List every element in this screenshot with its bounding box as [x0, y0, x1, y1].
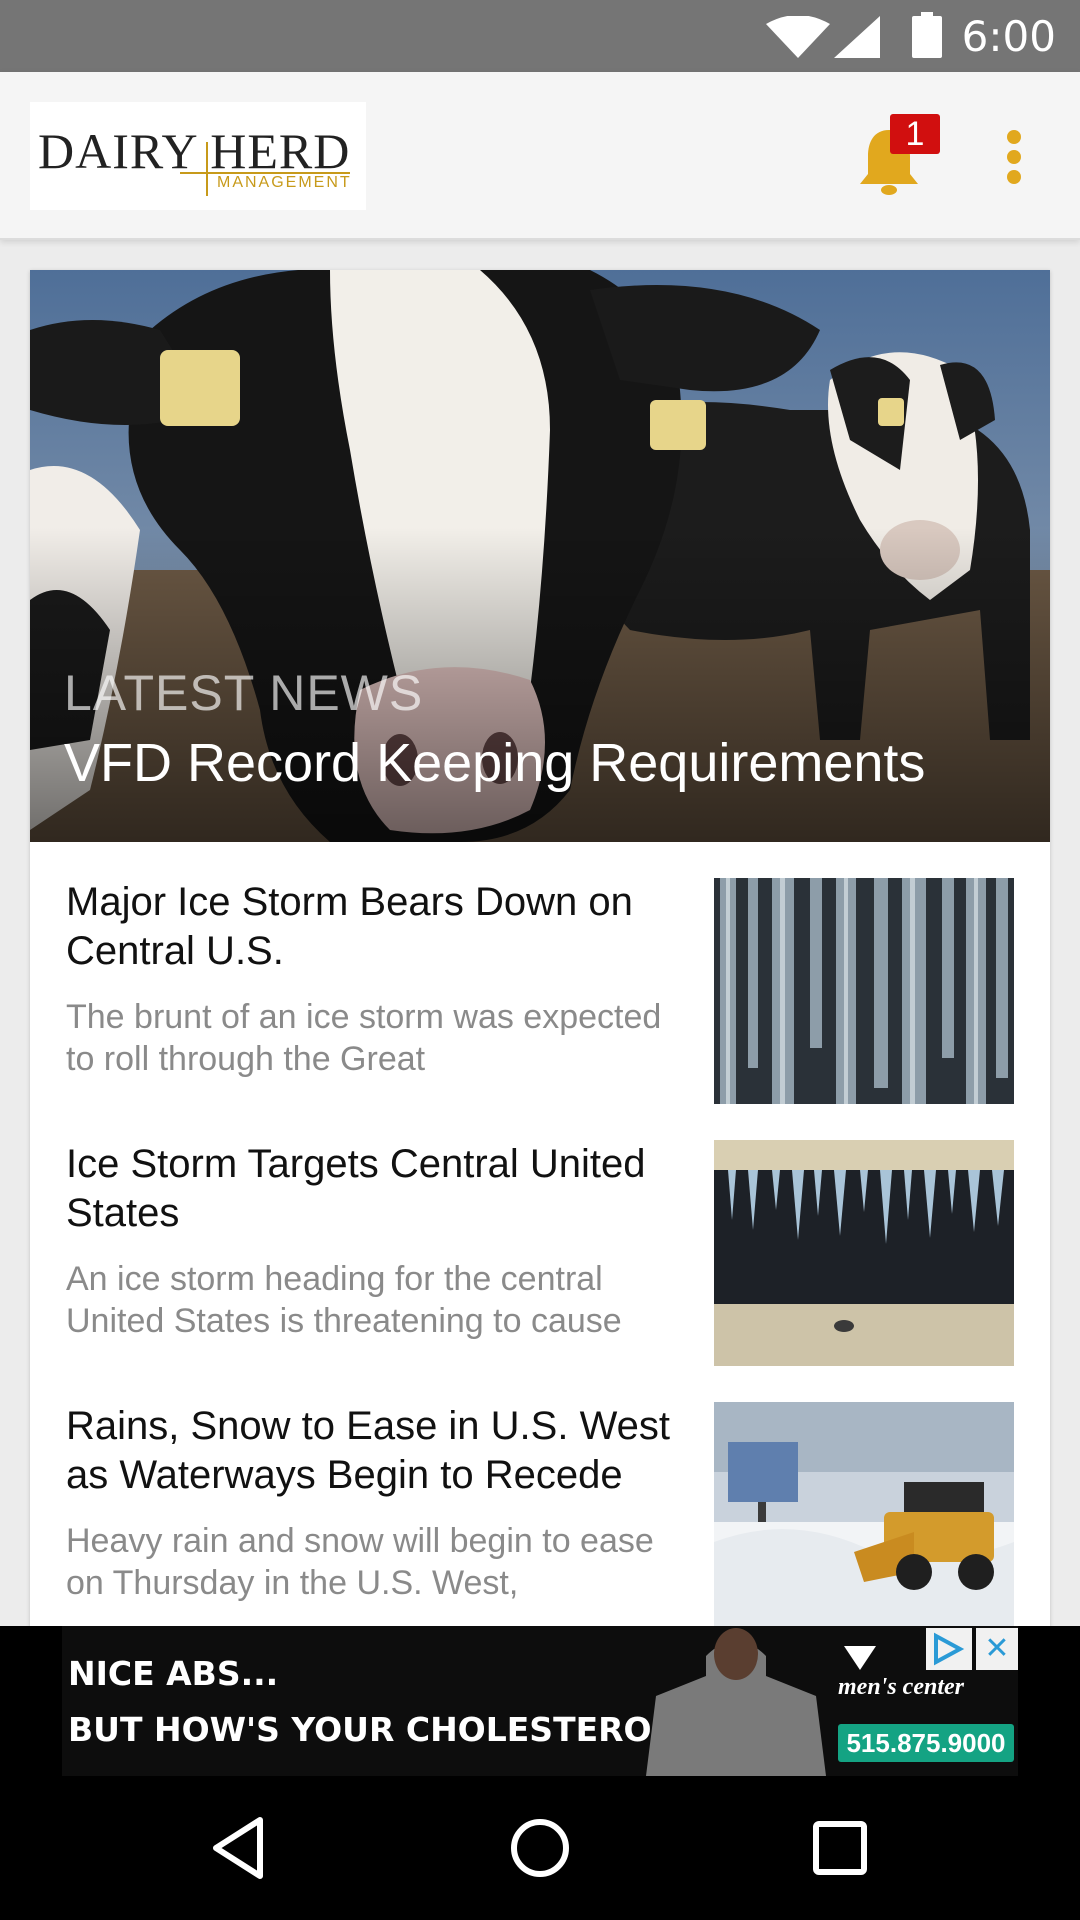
notification-badge: 1 [890, 114, 940, 154]
app-logo[interactable]: DAIRY HERD MANAGEMENT [30, 102, 366, 210]
wifi-icon [766, 16, 830, 58]
article-list-item[interactable]: Major Ice Storm Bears Down on Central U.… [30, 878, 1050, 1140]
close-ad-icon[interactable]: ✕ [976, 1628, 1018, 1670]
ad-banner[interactable]: NICE ABS... BUT HOW'S YOUR CHOLESTEROL? … [0, 1626, 1080, 1776]
system-nav-bar [0, 1776, 1080, 1920]
ad-model-image [646, 1628, 826, 1776]
adchoices-icon[interactable] [926, 1628, 972, 1670]
home-icon[interactable] [504, 1812, 576, 1884]
article-title: Major Ice Storm Bears Down on Central U.… [66, 880, 633, 973]
article-thumbnail [714, 878, 1014, 1104]
overflow-menu-button[interactable] [996, 130, 1032, 186]
recents-icon[interactable] [804, 1812, 876, 1884]
battery-icon [912, 12, 942, 58]
back-icon[interactable] [204, 1812, 276, 1884]
article-summary: The brunt of an ice storm was expected t… [66, 998, 662, 1078]
clinic-logo-icon [844, 1646, 876, 1670]
ad-brand: men's center [838, 1674, 964, 1700]
logo-subtext: MANAGEMENT [217, 174, 352, 191]
cell-signal-icon [834, 16, 880, 58]
icicles-fence-image [714, 1140, 1014, 1366]
status-clock: 6:00 [961, 12, 1056, 61]
logo-vrule [206, 142, 208, 196]
ad-subheadline: BUT HOW'S YOUR CHOLESTEROL? [68, 1710, 692, 1749]
featured-article[interactable]: LATEST NEWS VFD Record Keeping Requireme… [30, 270, 1050, 842]
status-bar: 6:00 [0, 0, 1080, 72]
menu-dot [1007, 150, 1021, 164]
adchoices-glyph [934, 1632, 965, 1666]
menu-dot [1007, 130, 1021, 144]
article-list-item[interactable]: Rains, Snow to Ease in U.S. West as Wate… [30, 1402, 1050, 1630]
ad-phone-button[interactable]: 515.875.9000 [838, 1724, 1014, 1762]
article-summary: An ice storm heading for the central Uni… [66, 1260, 622, 1340]
snow-plow-image [714, 1402, 1014, 1628]
ad-headline: NICE ABS... [68, 1654, 279, 1693]
article-title: Rains, Snow to Ease in U.S. West as Wate… [66, 1404, 670, 1497]
article-title: Ice Storm Targets Central United States [66, 1142, 646, 1235]
news-card: LATEST NEWS VFD Record Keeping Requireme… [30, 270, 1050, 1630]
menu-dot [1007, 170, 1021, 184]
article-thumbnail [714, 1402, 1014, 1628]
article-list-item[interactable]: Ice Storm Targets Central United States … [30, 1140, 1050, 1402]
icicles-image [714, 878, 1014, 1104]
article-summary: Heavy rain and snow will begin to ease o… [66, 1522, 654, 1602]
featured-kicker: LATEST NEWS [64, 665, 424, 721]
ad-creative[interactable]: NICE ABS... BUT HOW'S YOUR CHOLESTEROL? … [62, 1626, 1018, 1776]
article-thumbnail [714, 1140, 1014, 1366]
featured-headline: VFD Record Keeping Requirements [64, 733, 926, 793]
